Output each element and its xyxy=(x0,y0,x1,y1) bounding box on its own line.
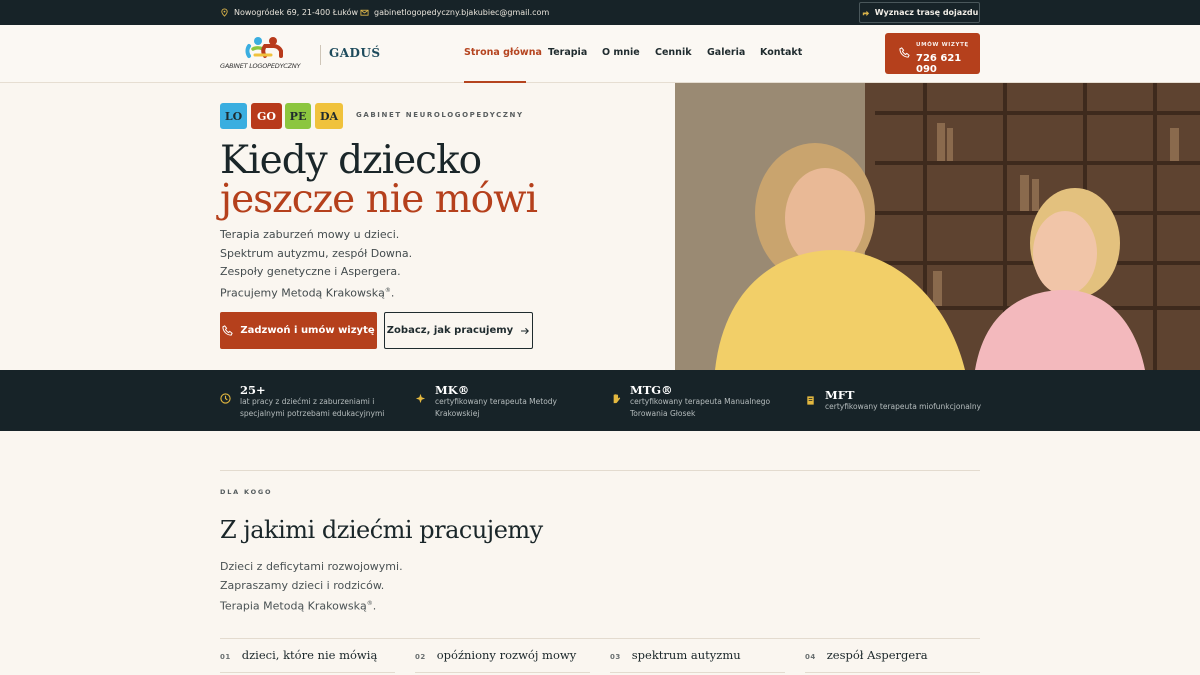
section-description: Dzieci z deficytami rozwojowymi. Zaprasz… xyxy=(220,558,403,617)
call-button[interactable]: UMÓW WIZYTĘ 726 621 090 xyxy=(885,33,980,75)
sparkle-icon xyxy=(415,393,426,404)
stat-title: MTG® xyxy=(630,383,673,397)
how-we-work-label: Zobacz, jak pracujemy xyxy=(386,325,514,336)
card-text: dzieci, które nie mówią xyxy=(241,648,378,662)
email-item[interactable]: gabinetlogopedyczny.bjakubiec@gmail.com xyxy=(360,8,549,17)
hero-title-line2: jeszcze nie mówi xyxy=(220,177,538,222)
hero-line-suffix: . xyxy=(390,286,395,300)
location-pin-icon xyxy=(221,8,228,17)
tile-go: GO xyxy=(251,103,282,129)
call-number: 726 621 090 xyxy=(916,53,962,75)
section-line-suffix: . xyxy=(372,600,377,614)
hand-icon xyxy=(613,394,621,404)
audience-card[interactable]: 01 dzieci, które nie mówią xyxy=(220,648,377,662)
call-cta-button[interactable]: Zadzwoń i umów wizytę xyxy=(220,312,377,349)
nav-therapy[interactable]: Terapia xyxy=(548,47,587,58)
route-button[interactable]: Wyznacz trasę dojazdu xyxy=(859,2,980,23)
hero-description: Terapia zaburzeń mowy u dzieci. Spektrum… xyxy=(220,226,412,303)
top-bar: Nowogródek 69, 21-400 Łuków gabinetlogop… xyxy=(0,0,1200,25)
section-line-last: Terapia Metodą Krakowską®. xyxy=(220,595,403,616)
hero-line-last: Pracujemy Metodą Krakowską®. xyxy=(220,282,412,303)
tile-da: DA xyxy=(315,103,343,129)
address-item: Nowogródek 69, 21-400 Łuków xyxy=(220,8,358,17)
card-number: 04 xyxy=(805,653,816,661)
card-underline xyxy=(805,672,980,673)
stat-desc: certyfikowany terapeuta Metody Krakowski… xyxy=(435,397,557,418)
phone-icon xyxy=(899,47,910,58)
stat-title: 25+ xyxy=(240,383,266,397)
nav-about[interactable]: O mnie xyxy=(602,47,640,58)
nav-contact[interactable]: Kontakt xyxy=(760,47,802,58)
how-we-work-button[interactable]: Zobacz, jak pracujemy xyxy=(384,312,533,349)
card-text: zespół Aspergera xyxy=(826,648,928,662)
call-cta-label: Zadzwoń i umów wizytę xyxy=(240,325,375,336)
directions-icon xyxy=(862,10,869,17)
book-icon xyxy=(807,396,814,405)
section-divider xyxy=(220,470,980,471)
audience-card[interactable]: 03 spektrum autyzmu xyxy=(610,648,741,662)
clock-icon xyxy=(220,393,231,404)
mail-icon xyxy=(360,9,369,16)
stat-desc: certyfikowany terapeuta Manualnego Torow… xyxy=(630,397,771,418)
email-link[interactable]: gabinetlogopedyczny.bjakubiec@gmail.com xyxy=(374,8,549,17)
hero-line: Zespoły genetyczne i Aspergera. xyxy=(220,265,401,279)
card-text: opóźniony rozwój mowy xyxy=(436,648,577,662)
header: GABINET LOGOPEDYCZNY GADUŚ Strona główna… xyxy=(0,25,1200,83)
card-number: 02 xyxy=(415,653,426,661)
logo-text: GABINET LOGOPEDYCZNY xyxy=(220,62,301,70)
nav-active-indicator xyxy=(464,81,526,83)
tile-lo: LO xyxy=(220,103,247,129)
card-underline xyxy=(220,672,395,673)
section-line: Zapraszamy dzieci i rodziców. xyxy=(220,578,385,592)
hero-line: Terapia zaburzeń mowy u dzieci. xyxy=(220,228,400,241)
hero-line: Spektrum autyzmu, zespół Downa. xyxy=(220,246,413,260)
section-line: Terapia Metodą Krakowską xyxy=(220,600,367,614)
section-tag: DLA KOGO xyxy=(220,488,273,496)
audience-card[interactable]: 02 opóźniony rozwój mowy xyxy=(415,648,576,662)
phone-icon xyxy=(222,325,234,336)
arrow-right-icon xyxy=(521,327,530,334)
card-text: spektrum autyzmu xyxy=(631,648,741,662)
stat-desc: certyfikowany terapeuta miofunkcjonalny xyxy=(825,402,982,411)
hero-tag: GABINET NEUROLOGOPEDYCZNY xyxy=(356,111,524,119)
stat-title: MK® xyxy=(435,383,470,397)
stats-band: 25+ lat pracy z dziećmi z zaburzeniami i… xyxy=(0,370,1200,431)
logo[interactable]: GABINET LOGOPEDYCZNY xyxy=(220,35,312,73)
hero-photo xyxy=(675,83,1200,370)
stat-title: MFT xyxy=(825,388,855,402)
hero-line: Pracujemy Metodą Krakowską xyxy=(220,286,385,300)
header-divider xyxy=(320,45,321,65)
section-title: Z jakimi dziećmi pracujemy xyxy=(220,516,543,544)
logo-mark-icon xyxy=(245,37,283,58)
card-number: 03 xyxy=(610,653,621,661)
card-underline xyxy=(415,672,590,673)
card-number: 01 xyxy=(220,653,231,661)
brand-name[interactable]: GADUŚ xyxy=(329,46,381,60)
audience-card[interactable]: 04 zespół Aspergera xyxy=(805,648,928,662)
call-label: UMÓW WIZYTĘ xyxy=(916,42,969,48)
nav-gallery[interactable]: Galeria xyxy=(707,47,745,58)
nav-home[interactable]: Strona główna xyxy=(464,47,542,58)
route-button-label: Wyznacz trasę dojazdu xyxy=(874,8,979,17)
cards-divider xyxy=(220,638,980,639)
address-text: Nowogródek 69, 21-400 Łuków xyxy=(234,8,359,17)
tile-pe: PE xyxy=(285,103,311,129)
stat-desc: lat pracy z dziećmi z zaburzeniami i spe… xyxy=(240,397,385,418)
nav-pricing[interactable]: Cennik xyxy=(655,47,692,58)
card-underline xyxy=(610,672,785,673)
section-line: Dzieci z deficytami rozwojowymi. xyxy=(220,560,403,573)
